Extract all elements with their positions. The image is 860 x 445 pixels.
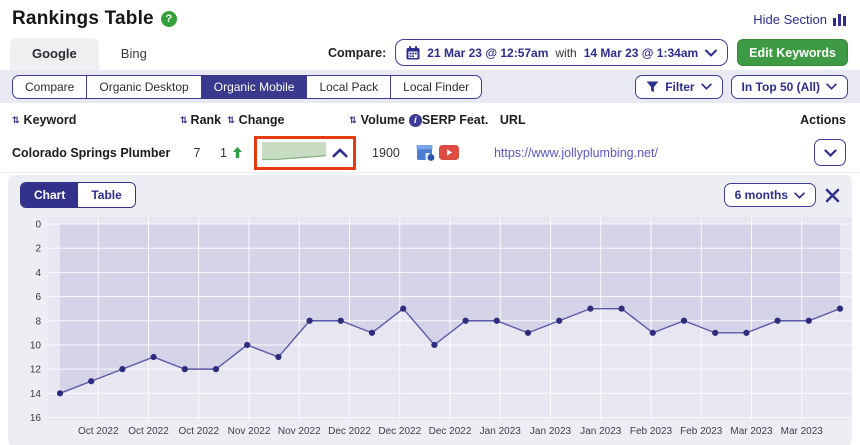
rank-cell: 7 xyxy=(194,146,201,160)
top-rank-filter-button[interactable]: In Top 50 (All) xyxy=(731,75,848,99)
result-type-segments: Compare Organic Desktop Organic Mobile L… xyxy=(12,75,482,99)
svg-text:14: 14 xyxy=(30,389,42,400)
column-rank[interactable]: Rank xyxy=(191,113,222,127)
hide-section-label: Hide Section xyxy=(753,12,827,27)
rank-history-chart: 0 2 4 6 8 10 12 14 16 Oct 2022 Oct 2022 Oct 2022 Nov… xyxy=(14,212,858,440)
sort-icon[interactable]: ⇅ xyxy=(349,116,357,125)
chart-table-toggle: Chart Table xyxy=(20,182,136,208)
chevron-down-icon xyxy=(794,192,805,199)
svg-text:Oct 2022: Oct 2022 xyxy=(128,426,169,437)
chevron-down-icon xyxy=(705,49,717,57)
search-engine-tabs: Google Bing xyxy=(10,38,169,70)
svg-text:Jan 2023: Jan 2023 xyxy=(580,426,622,437)
sort-icon[interactable]: ⇅ xyxy=(180,116,188,125)
compare-date-from: 21 Mar 23 @ 12:57am xyxy=(427,46,548,60)
column-volume[interactable]: Volume xyxy=(361,113,405,127)
page-title: Rankings Table xyxy=(12,8,154,30)
svg-text:16: 16 xyxy=(30,413,42,424)
tabs-compare-row: Google Bing Compare: 21 Mar 23 @ 12:57am… xyxy=(0,32,860,70)
segment-organic-desktop[interactable]: Organic Desktop xyxy=(86,75,201,99)
svg-text:Dec 2022: Dec 2022 xyxy=(429,426,472,437)
volume-cell: 1900 xyxy=(372,146,400,160)
filter-label: Filter xyxy=(665,80,694,94)
svg-text:Nov 2022: Nov 2022 xyxy=(228,426,271,437)
svg-text:Dec 2022: Dec 2022 xyxy=(328,426,371,437)
range-select-label: 6 months xyxy=(735,188,788,202)
svg-text:0: 0 xyxy=(35,220,41,231)
keyword-cell: Colorado Springs Plumber xyxy=(12,146,170,160)
rank-history-sparkline[interactable] xyxy=(262,142,326,164)
svg-text:12: 12 xyxy=(30,365,42,376)
tab-google[interactable]: Google xyxy=(10,38,99,70)
compare-date-range-picker[interactable]: 21 Mar 23 @ 12:57am with 14 Mar 23 @ 1:3… xyxy=(395,39,728,66)
collapse-chevron-up-icon[interactable] xyxy=(332,148,348,158)
rankings-table-header: ⇅Keyword ⇅Rank ⇅Change ⇅Volumei SERP Fea… xyxy=(0,103,860,133)
row-actions-button[interactable] xyxy=(814,139,846,166)
segment-local-finder[interactable]: Local Finder xyxy=(390,75,482,99)
svg-text:Feb 2023: Feb 2023 xyxy=(680,426,723,437)
svg-text:4: 4 xyxy=(35,268,41,279)
youtube-icon xyxy=(439,145,459,160)
svg-text:Feb 2023: Feb 2023 xyxy=(630,426,673,437)
chevron-down-icon xyxy=(701,83,712,90)
page-header: Rankings Table ? Hide Section xyxy=(0,0,860,32)
svg-text:8: 8 xyxy=(35,316,41,327)
svg-text:Jan 2023: Jan 2023 xyxy=(480,426,522,437)
toggle-table[interactable]: Table xyxy=(78,183,134,207)
svg-text:Oct 2022: Oct 2022 xyxy=(178,426,219,437)
bar-chart-icon xyxy=(833,13,846,26)
help-icon[interactable]: ? xyxy=(161,11,177,27)
svg-text:Dec 2022: Dec 2022 xyxy=(378,426,421,437)
annotation-highlight-box xyxy=(254,136,356,170)
column-url: URL xyxy=(500,113,526,127)
segment-organic-mobile[interactable]: Organic Mobile xyxy=(201,75,308,99)
table-row: Colorado Springs Plumber 7 1 1900 xyxy=(0,133,860,173)
compare-date-to: 14 Mar 23 @ 1:34am xyxy=(584,46,698,60)
compare-label: Compare: xyxy=(328,46,386,60)
svg-text:2: 2 xyxy=(35,244,41,255)
toggle-chart[interactable]: Chart xyxy=(21,183,78,207)
change-cell: 1 xyxy=(220,146,227,160)
svg-text:Nov 2022: Nov 2022 xyxy=(278,426,321,437)
svg-text:6: 6 xyxy=(35,292,41,303)
edit-keywords-button[interactable]: Edit Keywords xyxy=(737,39,848,66)
close-chart-icon[interactable] xyxy=(825,188,840,203)
info-icon[interactable]: i xyxy=(409,114,422,127)
ranking-url-link[interactable]: https://www.jollyplumbing.net/ xyxy=(494,146,658,160)
column-actions: Actions xyxy=(800,113,846,127)
svg-text:Mar 2023: Mar 2023 xyxy=(730,426,773,437)
sort-icon[interactable]: ⇅ xyxy=(12,116,20,125)
filter-bar: Compare Organic Desktop Organic Mobile L… xyxy=(0,70,860,103)
filter-dropdown-button[interactable]: Filter xyxy=(635,75,722,99)
svg-text:Mar 2023: Mar 2023 xyxy=(781,426,824,437)
range-select-button[interactable]: 6 months xyxy=(724,183,816,207)
hide-section-button[interactable]: Hide Section xyxy=(753,12,846,27)
rank-history-panel: Chart Table 6 months 0 2 4 6 8 10 12 14 16 Oct 20… xyxy=(8,175,852,445)
google-business-icon xyxy=(416,144,435,161)
column-keyword[interactable]: Keyword xyxy=(24,113,77,127)
top-rank-filter-label: In Top 50 (All) xyxy=(742,80,820,94)
funnel-icon xyxy=(646,81,659,93)
segment-compare[interactable]: Compare xyxy=(12,75,87,99)
compare-with-label: with xyxy=(555,46,576,60)
column-change[interactable]: Change xyxy=(239,113,285,127)
tab-bing[interactable]: Bing xyxy=(99,38,169,70)
svg-text:Jan 2023: Jan 2023 xyxy=(530,426,572,437)
calendar-icon xyxy=(406,46,420,60)
svg-text:Oct 2022: Oct 2022 xyxy=(78,426,119,437)
chevron-down-icon xyxy=(826,83,837,90)
change-up-arrow-icon xyxy=(233,147,242,158)
sort-icon[interactable]: ⇅ xyxy=(227,116,235,125)
svg-text:10: 10 xyxy=(30,340,42,351)
segment-local-pack[interactable]: Local Pack xyxy=(306,75,391,99)
column-serp-features: SERP Feat. xyxy=(422,113,488,127)
chevron-down-icon xyxy=(824,149,837,157)
